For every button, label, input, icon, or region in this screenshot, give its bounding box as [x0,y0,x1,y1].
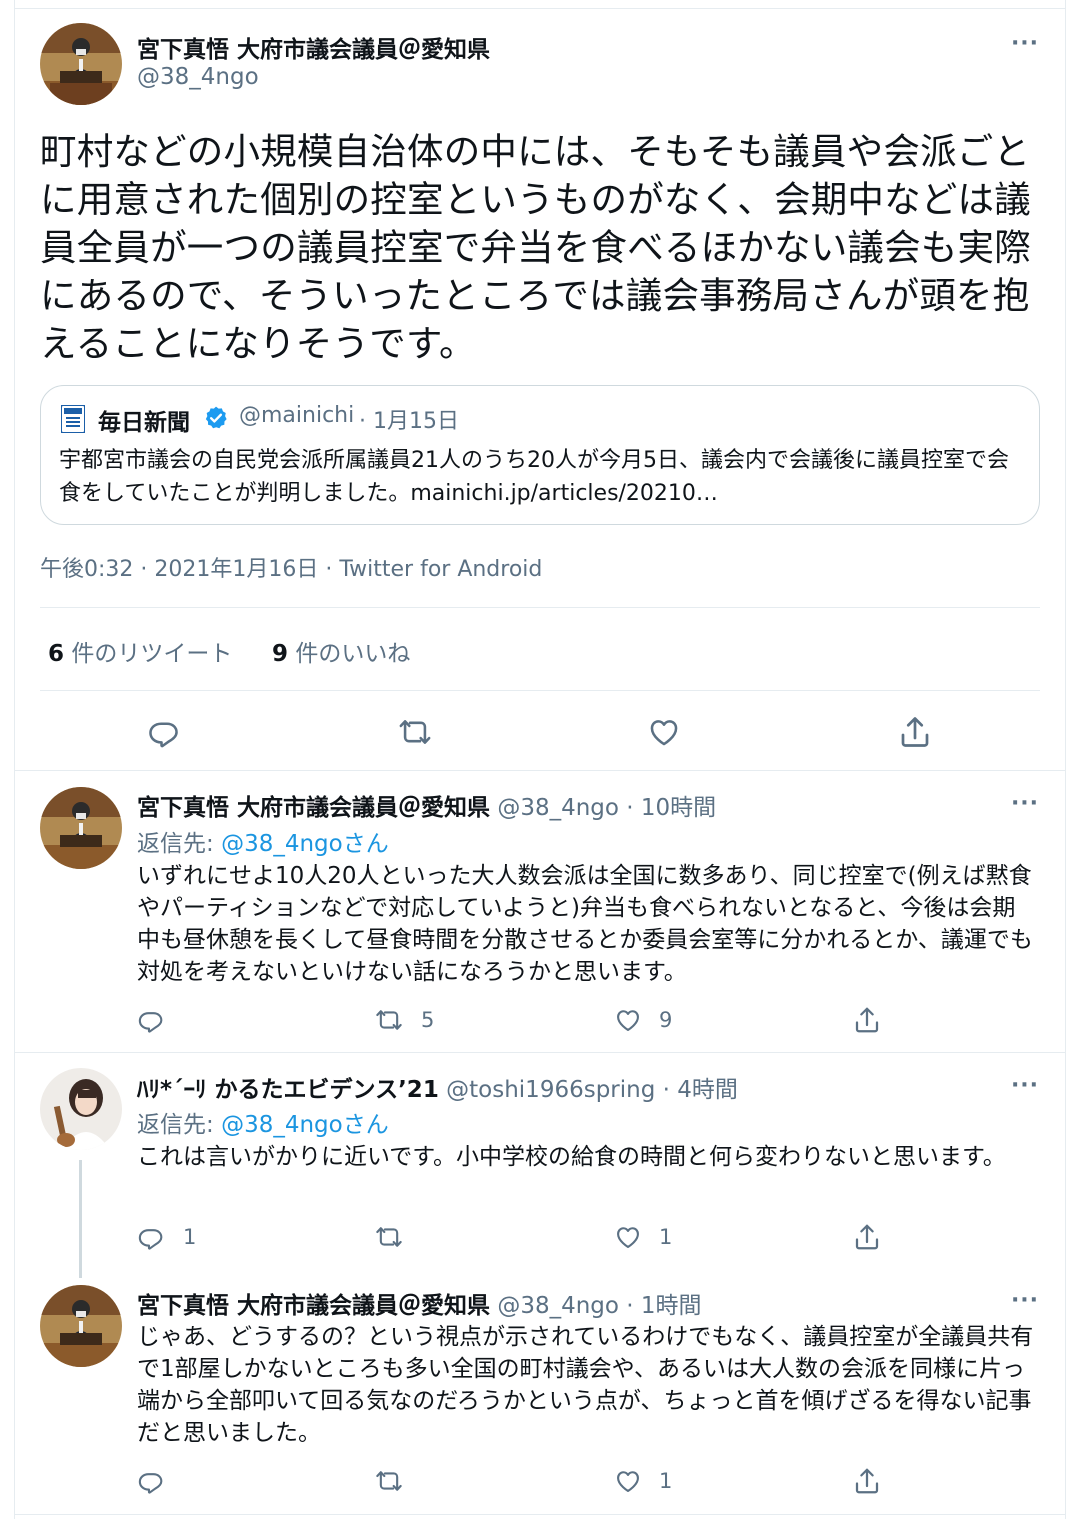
reply-handle[interactable]: @38_4ngo [497,795,619,821]
reply-display-name[interactable]: ﾊﾘ*´ｰﾘ かるたエビデンス’21 [137,1077,439,1103]
share-icon[interactable] [852,1222,882,1252]
reply-icon[interactable] [147,715,181,749]
reply-avatar[interactable] [40,1285,122,1367]
quoted-text: 宇都宮市議会の自民党会派所属議員21人のうち20人が今月5日、議会内で会議後に議… [59,448,1009,506]
reply-to-handle[interactable]: @38_4ngoさん [221,831,389,857]
share-icon[interactable] [897,714,933,750]
retweet-stats[interactable]: 6 件のリツイート [48,634,232,668]
reply-text: これは言いがかりに近いです。小中学校の給食の時間と何ら変わりないと思います。 [137,1144,1006,1170]
quoted-tweet-card[interactable]: 毎日新聞 @mainichi · 1月15日 宇都宮市議会の自民党会派所属議員2… [40,385,1040,525]
reply-to: 返信先: @38_4ngoさん [137,1105,389,1139]
like-count: 9 [272,641,289,667]
reply-text: いずれにせよ10人20人といった大人数会派は全国に数多あり、同じ控室で(例えば黙… [137,863,1033,985]
like-icon[interactable] [614,1467,642,1495]
quoted-handle: @mainichi [239,403,355,428]
reply-display-name[interactable]: 宮下真悟 大府市議会議員＠愛知県 [137,1293,490,1319]
like-stats[interactable]: 9 件のいいね [272,634,410,668]
tweet-client[interactable]: Twitter for Android [339,557,542,582]
timestamp-text: 午後0:32 · 2021年1月16日 · [40,557,340,582]
divider [40,607,1040,608]
retweet-icon[interactable] [397,715,433,749]
reply-to-prefix: 返信先: [137,831,222,857]
share-icon[interactable] [852,1466,882,1496]
mainichi-logo-icon [61,405,85,433]
reply-to-prefix: 返信先: [137,1112,222,1138]
tweet-text: 町村などの小規模自治体の中には、そもそも議員や会派ごとに用意された個別の控室とい… [40,130,1031,365]
reply-display-name[interactable]: 宮下真悟 大府市議会議員＠愛知県 [137,795,490,821]
retweet-count: 5 [421,1008,435,1032]
more-icon[interactable]: ··· [1007,1290,1043,1312]
retweet-icon[interactable] [374,1223,404,1251]
reply-time[interactable]: · 10時間 [626,795,716,821]
quoted-date: · 1月15日 [359,409,459,434]
reply-icon[interactable] [137,1006,165,1034]
like-icon[interactable] [614,1006,642,1034]
reply-avatar[interactable] [40,1068,122,1150]
verified-icon [203,405,229,431]
more-icon[interactable]: ··· [1007,1075,1043,1097]
share-icon[interactable] [852,1005,882,1035]
author-avatar[interactable] [40,23,122,105]
retweet-icon[interactable] [374,1467,404,1495]
tweet-divider [14,1052,1066,1053]
reply-time[interactable]: · 4時間 [663,1077,738,1103]
top-divider [14,8,1066,9]
reply-text: じゃあ、どうするの？という視点が示されているわけでもなく、議員控室が全議員共有で… [137,1324,1034,1446]
author-display-name[interactable]: 宮下真悟 大府市議会議員＠愛知県 [137,30,490,64]
reply-header: 宮下真悟 大府市議会議員＠愛知県 @38_4ngo · 10時間 [137,788,716,822]
reply-header: ﾊﾘ*´ｰﾘ かるたエビデンス’21 @toshi1966spring · 4時… [137,1070,738,1104]
reply-icon[interactable] [137,1223,165,1251]
like-label: 件のいいね [288,641,411,667]
tweet-timestamp: 午後0:32 · 2021年1月16日 · Twitter for Androi… [40,551,542,583]
reply-to: 返信先: @38_4ngoさん [137,824,389,858]
retweet-label: 件のリツイート [64,641,233,667]
quoted-display-name: 毎日新聞 [98,410,190,436]
more-icon[interactable]: ··· [1007,793,1043,815]
reply-handle[interactable]: @38_4ngo [497,1293,619,1319]
like-count: 1 [659,1225,673,1249]
tweet-divider [14,770,1066,771]
reply-to-handle[interactable]: @38_4ngoさん [221,1112,389,1138]
thread-connector [79,1160,82,1278]
divider [40,690,1040,691]
author-handle[interactable]: @38_4ngo [137,64,259,90]
reply-icon[interactable] [137,1467,165,1495]
reply-header: 宮下真悟 大府市議会議員＠愛知県 @38_4ngo · 1時間 [137,1286,702,1320]
like-count: 9 [659,1008,673,1032]
like-icon[interactable] [614,1223,642,1251]
reply-count: 1 [183,1225,197,1249]
retweet-icon[interactable] [374,1006,404,1034]
more-icon[interactable]: ··· [1007,33,1043,55]
reply-time[interactable]: · 1時間 [626,1293,701,1319]
retweet-count: 6 [48,641,65,667]
like-count: 1 [659,1469,673,1493]
tweet-divider [14,1514,1066,1515]
like-icon[interactable] [647,715,681,749]
reply-avatar[interactable] [40,787,122,869]
reply-handle[interactable]: @toshi1966spring [446,1077,655,1103]
